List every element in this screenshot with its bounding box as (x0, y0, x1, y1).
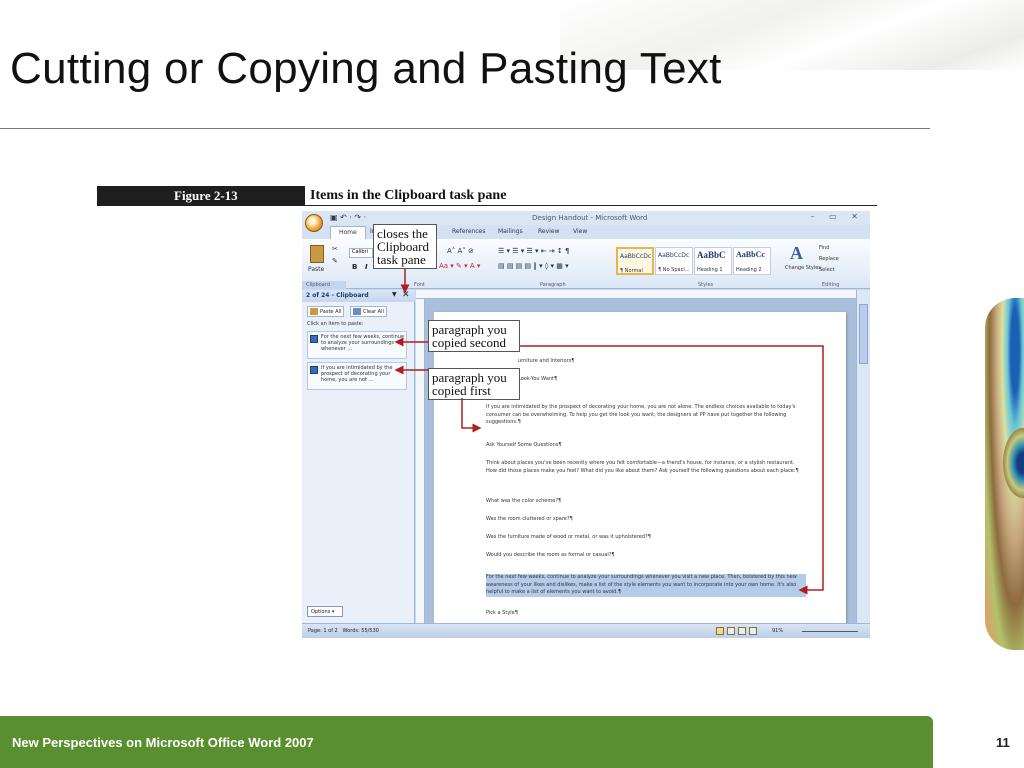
print-layout-icon[interactable] (716, 627, 724, 635)
replace-button[interactable]: Replace (819, 256, 839, 262)
full-screen-icon[interactable] (727, 627, 735, 635)
clipboard-pane-title: 2 of 24 - Clipboard (306, 292, 369, 299)
paste-button-label[interactable]: Paste (308, 266, 324, 273)
doc-paragraph: Would you describe the room as formal or… (486, 552, 615, 558)
tab-review[interactable]: Review (538, 228, 559, 235)
doc-paragraph: Look-You Want¶ (518, 376, 558, 382)
select-button[interactable]: Select (819, 267, 834, 273)
doc-paragraph: What was the color scheme?¶ (486, 498, 562, 504)
vertical-scrollbar[interactable] (856, 290, 870, 623)
pane-hint-text: Click an item to paste: (307, 321, 364, 327)
clear-all-button[interactable]: Clear All (350, 306, 387, 317)
office-button-icon[interactable] (305, 214, 323, 232)
clipboard-group-label: Clipboard (306, 282, 330, 288)
font-name-box[interactable]: Calibri (349, 248, 373, 258)
style-heading-2[interactable]: AaBbCc Heading 2 (733, 247, 771, 275)
document-page[interactable]: urniture and Interiors¶ Look-You Want¶ I… (434, 312, 846, 632)
cut-icon[interactable]: ✂ (332, 245, 338, 253)
align-icon[interactable]: ▤ ▤ ▤ ▤ ‖ ▾ ◊ ▾ ▦ ▾ (498, 262, 569, 270)
doc-paragraph: Think about places you've been recently … (486, 460, 799, 474)
clipboard-item-icon (310, 335, 318, 343)
scroll-thumb[interactable] (859, 304, 868, 364)
doc-paragraph: Pick a Style¶ (486, 610, 518, 616)
doc-paragraph: If you are intimidated by the prospect o… (486, 404, 796, 425)
font-group-label: Font (414, 282, 425, 288)
italic-icon[interactable]: I (365, 263, 368, 271)
doc-paragraph: Was the room cluttered or spare?¶ (486, 516, 573, 522)
title-bar: ▣ ↶ · ↷ · Design Handout - Microsoft Wor… (302, 211, 870, 225)
doc-paragraph: Was the furniture made of wood or metal,… (486, 534, 651, 540)
grow-font-icon[interactable]: A˄ A˅ ⊘ (447, 247, 474, 255)
callout-copied-first: paragraph you copied first (428, 368, 520, 400)
page-number: 11 (996, 735, 1010, 750)
callout-closes-pane: closes the Clipboard task pane (373, 224, 437, 269)
tab-references[interactable]: References (452, 228, 485, 235)
clear-all-icon (353, 308, 361, 315)
paste-icon[interactable] (310, 245, 324, 263)
title-divider (0, 128, 930, 129)
find-button[interactable]: Find (819, 245, 829, 251)
options-button[interactable]: Options ▾ (307, 606, 343, 617)
doc-paragraph-selected: For the next few weeks, continue to anal… (486, 574, 806, 597)
tab-view[interactable]: View (573, 228, 587, 235)
doc-paragraph: Ask Yourself Some Questions¶ (486, 442, 562, 448)
font-color-icon[interactable]: Aa ▾ ✎ ▾ A ▾ (439, 262, 480, 270)
figure-label: Figure 2-13 (97, 186, 305, 206)
style-normal[interactable]: AaBbCcDc ¶ Normal (616, 247, 654, 275)
clipboard-item[interactable]: For the next few weeks, continue to anal… (307, 331, 407, 359)
styles-group-label: Styles (698, 282, 714, 288)
tab-home[interactable]: Home (330, 226, 366, 239)
clipboard-task-pane: 2 of 24 - Clipboard ▼ ✕ Paste All Clear … (302, 290, 415, 623)
pane-menu-icon[interactable]: ▼ (392, 291, 397, 298)
doc-paragraph: urniture and Interiors¶ (518, 358, 575, 364)
figure-label-arrow (291, 186, 303, 206)
vertical-ruler[interactable] (416, 299, 425, 623)
editing-group-label: Editing (822, 282, 840, 288)
close-pane-icon[interactable]: ✕ (402, 290, 410, 301)
bold-icon[interactable]: B (352, 263, 357, 271)
zoom-level[interactable]: 91% (772, 628, 783, 634)
figure-caption: Items in the Clipboard task pane (310, 188, 507, 203)
horizontal-ruler[interactable] (416, 290, 856, 299)
slide-title: Cutting or Copying and Pasting Text (10, 44, 722, 93)
style-heading-1[interactable]: AaBbC Heading 1 (694, 247, 732, 275)
paragraph-group-label: Paragraph (540, 282, 566, 288)
window-controls[interactable]: – ▭ ✕ (811, 212, 864, 221)
clipboard-item[interactable]: If you are intimidated by the prospect o… (307, 362, 407, 390)
status-bar: Page: 1 of 2 Words: 55/530 91% (302, 623, 870, 638)
zoom-slider[interactable] (802, 631, 858, 632)
format-painter-icon[interactable]: ✎ (332, 257, 338, 265)
style-no-spacing[interactable]: AaBbCcDc ¶ No Spaci... (655, 247, 693, 275)
bullets-icon[interactable]: ☰ ▾ ☰ ▾ ☰ ▾ ⇤ ⇥ ↕ ¶ (498, 247, 569, 255)
web-layout-icon[interactable] (738, 627, 746, 635)
tab-mailings[interactable]: Mailings (498, 228, 523, 235)
clipboard-item-icon (310, 366, 318, 374)
paste-all-icon (310, 308, 318, 315)
word-window: ▣ ↶ · ↷ · Design Handout - Microsoft Wor… (302, 211, 870, 638)
footer-text: New Perspectives on Microsoft Office Wor… (12, 735, 314, 750)
figure-rule (305, 205, 877, 206)
paste-all-button[interactable]: Paste All (307, 306, 345, 317)
change-styles-label[interactable]: Change Styles (785, 265, 821, 271)
change-styles-icon[interactable]: A (790, 243, 803, 264)
window-title: Design Handout - Microsoft Word (532, 214, 648, 222)
peacock-feather-image (985, 298, 1024, 650)
callout-copied-second: paragraph you copied second (428, 320, 520, 352)
status-page: Page: 1 of 2 Words: 55/530 (308, 628, 379, 634)
quick-access-toolbar[interactable]: ▣ ↶ · ↷ · (330, 213, 366, 222)
outline-icon[interactable] (749, 627, 757, 635)
